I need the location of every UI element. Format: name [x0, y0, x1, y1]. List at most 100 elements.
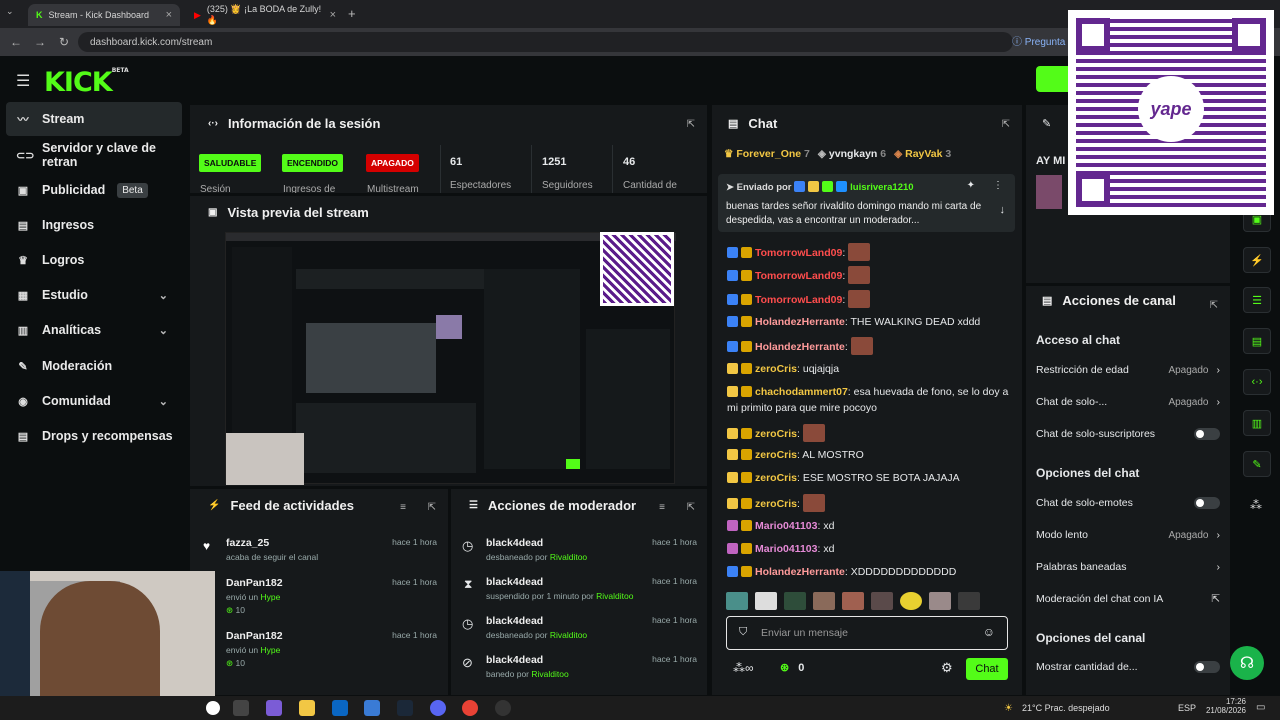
- support-headset-icon[interactable]: ☊: [1230, 646, 1264, 680]
- setting-chat-only[interactable]: Chat de solo-... Apagado ›: [1036, 396, 1220, 408]
- emote-icon[interactable]: [871, 592, 893, 610]
- chat-username[interactable]: TomorrowLand09: [755, 270, 842, 282]
- rail-channel-icon[interactable]: ▥: [1243, 410, 1271, 436]
- pinned-message[interactable]: ➤ Enviado por luisrivera1210 ✦ ⋮ buenas …: [718, 174, 1015, 232]
- setting-age-restriction[interactable]: Restricción de edad Apagado ›: [1036, 364, 1220, 376]
- chat-username[interactable]: zeroCris: [755, 498, 797, 510]
- chat-username[interactable]: Mario041103: [755, 543, 817, 555]
- search-icon[interactable]: [206, 701, 220, 715]
- link-icon[interactable]: ⁂∞: [733, 661, 754, 675]
- sidebar-item-income[interactable]: ▤ Ingresos: [0, 208, 190, 242]
- discord-icon[interactable]: [430, 700, 446, 716]
- emote-icon[interactable]: [842, 592, 864, 610]
- ask-button[interactable]: ⓘ Pregunta: [1012, 33, 1065, 48]
- chat-username[interactable]: TomorrowLand09: [755, 294, 842, 306]
- setting-emotes-only[interactable]: Chat de solo-emotes: [1036, 497, 1220, 509]
- chat-message[interactable]: zeroCris: AL MOSTRO: [727, 447, 1012, 463]
- kick-logo[interactable]: KICKBETA: [44, 67, 129, 98]
- filter-icon[interactable]: ≡: [400, 502, 406, 513]
- chat-username[interactable]: HolandezHerrante: [755, 341, 845, 353]
- expand-icon[interactable]: ⇱: [1210, 300, 1218, 311]
- steam-icon[interactable]: [397, 700, 413, 716]
- outlook-icon[interactable]: [332, 700, 348, 716]
- sidebar-item-analytics[interactable]: ▥ Analíticas ⌄: [0, 313, 190, 347]
- tab-kick-dashboard[interactable]: K Stream - Kick Dashboard ×: [28, 4, 180, 26]
- setting-slow-mode[interactable]: Modo lento Apagado ›: [1036, 529, 1220, 541]
- emote-icon[interactable]: [813, 592, 835, 610]
- chat-username[interactable]: chachodammert07: [755, 386, 848, 398]
- emote-icon[interactable]: [802, 494, 825, 512]
- clock[interactable]: 17:26 21/08/2026: [1202, 697, 1246, 715]
- setting-banned-words[interactable]: Palabras baneadas ›: [1036, 561, 1220, 573]
- emoji-icon[interactable]: ☺: [983, 625, 995, 639]
- expand-icon[interactable]: ⇱: [687, 119, 695, 130]
- file-explorer-icon[interactable]: [299, 700, 315, 716]
- chat-username[interactable]: zeroCris: [755, 449, 797, 461]
- emotes-only-toggle[interactable]: [1194, 497, 1220, 509]
- language-indicator[interactable]: ESP: [1178, 703, 1196, 713]
- tab-youtube[interactable]: ▶ (325) 👸 ¡La BODA de Zully! 🔥 ×: [186, 4, 344, 26]
- chat-username[interactable]: zeroCris: [755, 363, 797, 375]
- forward-icon[interactable]: →: [28, 35, 52, 49]
- setting-show-count[interactable]: Mostrar cantidad de...: [1036, 661, 1220, 673]
- subs-only-toggle[interactable]: [1194, 428, 1220, 440]
- weather-text[interactable]: 21°C Prac. despejado: [1022, 703, 1110, 713]
- rail-wrench-icon[interactable]: ✎: [1243, 451, 1271, 477]
- emote-icon[interactable]: [802, 424, 825, 442]
- rail-chat-icon[interactable]: ▤: [1243, 328, 1271, 354]
- setting-ai-moderation[interactable]: Moderación del chat con IA ⇱: [1036, 593, 1220, 605]
- emote-icon[interactable]: [848, 243, 871, 261]
- show-count-toggle[interactable]: [1194, 661, 1220, 673]
- rail-signal-icon[interactable]: ‹·›: [1243, 369, 1271, 395]
- chat-message[interactable]: zeroCris: uqjajqja: [727, 361, 1012, 377]
- chat-message[interactable]: HolandezHerrante: THE WALKING DEAD xddd: [727, 314, 1012, 330]
- chat-input[interactable]: ⛉ Enviar un mensaje ☺: [726, 616, 1008, 650]
- back-icon[interactable]: ←: [4, 35, 28, 49]
- emote-icon[interactable]: [850, 337, 873, 355]
- chat-message[interactable]: zeroCris:: [727, 494, 1012, 512]
- menu-icon[interactable]: ☰: [16, 71, 30, 91]
- store-icon[interactable]: [364, 700, 380, 716]
- obs-icon[interactable]: [495, 700, 511, 716]
- chat-username[interactable]: HolandezHerrante: [755, 566, 845, 578]
- expand-icon[interactable]: ⇱: [428, 502, 436, 513]
- chat-message[interactable]: TomorrowLand09:: [727, 266, 1012, 284]
- chat-message[interactable]: Mario041103: xd: [727, 518, 1012, 534]
- chat-message[interactable]: Mario041103: xd: [727, 541, 1012, 557]
- chat-username[interactable]: zeroCris: [755, 428, 797, 440]
- chrome-icon[interactable]: [462, 700, 478, 716]
- emote-icon[interactable]: [755, 592, 777, 610]
- setting-subs-only[interactable]: Chat de solo-suscriptores: [1036, 428, 1220, 440]
- emote-icon[interactable]: [929, 592, 951, 610]
- tab-search-icon[interactable]: ⌄: [6, 6, 14, 17]
- gifter-chip[interactable]: ◈ RayVak 3: [894, 148, 951, 160]
- points-display[interactable]: ⊛ 0: [780, 661, 804, 674]
- copilot-icon[interactable]: [266, 700, 282, 716]
- close-icon[interactable]: ×: [330, 9, 336, 21]
- chat-message[interactable]: HolandezHerrante: XDDDDDDDDDDDDD: [727, 564, 1012, 580]
- arrow-down-icon[interactable]: ↓: [1000, 204, 1006, 216]
- sidebar-item-community[interactable]: ◉ Comunidad ⌄: [0, 384, 190, 418]
- sidebar-item-drops[interactable]: ▤ Drops y recompensas: [0, 419, 190, 453]
- chat-message[interactable]: zeroCris:: [727, 424, 1012, 442]
- chat-message[interactable]: zeroCris: ESE MOSTRO SE BOTA JAJAJA: [727, 470, 1012, 486]
- pin-icon[interactable]: ✦: [967, 180, 975, 191]
- sidebar-item-studio[interactable]: ▦ Estudio ⌄: [0, 278, 190, 312]
- chat-message[interactable]: TomorrowLand09:: [727, 290, 1012, 308]
- emote-icon[interactable]: [726, 592, 748, 610]
- gear-icon[interactable]: ⚙: [941, 660, 953, 676]
- emote-icon[interactable]: [784, 592, 806, 610]
- gifter-chip[interactable]: ♛ Forever_One 7: [724, 148, 810, 160]
- url-input[interactable]: dashboard.kick.com/stream: [78, 32, 1013, 52]
- emote-icon[interactable]: [900, 592, 922, 610]
- send-chat-button[interactable]: Chat: [966, 658, 1008, 680]
- chat-username[interactable]: HolandezHerrante: [755, 316, 845, 328]
- sidebar-item-server[interactable]: ⊂⊃ Servidor y clave de retran: [0, 138, 190, 172]
- rail-bolt-icon[interactable]: ⚡: [1243, 247, 1271, 273]
- close-icon[interactable]: ×: [166, 9, 172, 21]
- chat-username[interactable]: zeroCris: [755, 472, 797, 484]
- rail-list-icon[interactable]: ☰: [1243, 287, 1271, 313]
- sidebar-item-ads[interactable]: ▣ Publicidad Beta: [0, 173, 190, 207]
- sidebar-item-moderation[interactable]: ✎ Moderación: [0, 349, 190, 383]
- rail-add-icon[interactable]: ⁂: [1250, 498, 1262, 512]
